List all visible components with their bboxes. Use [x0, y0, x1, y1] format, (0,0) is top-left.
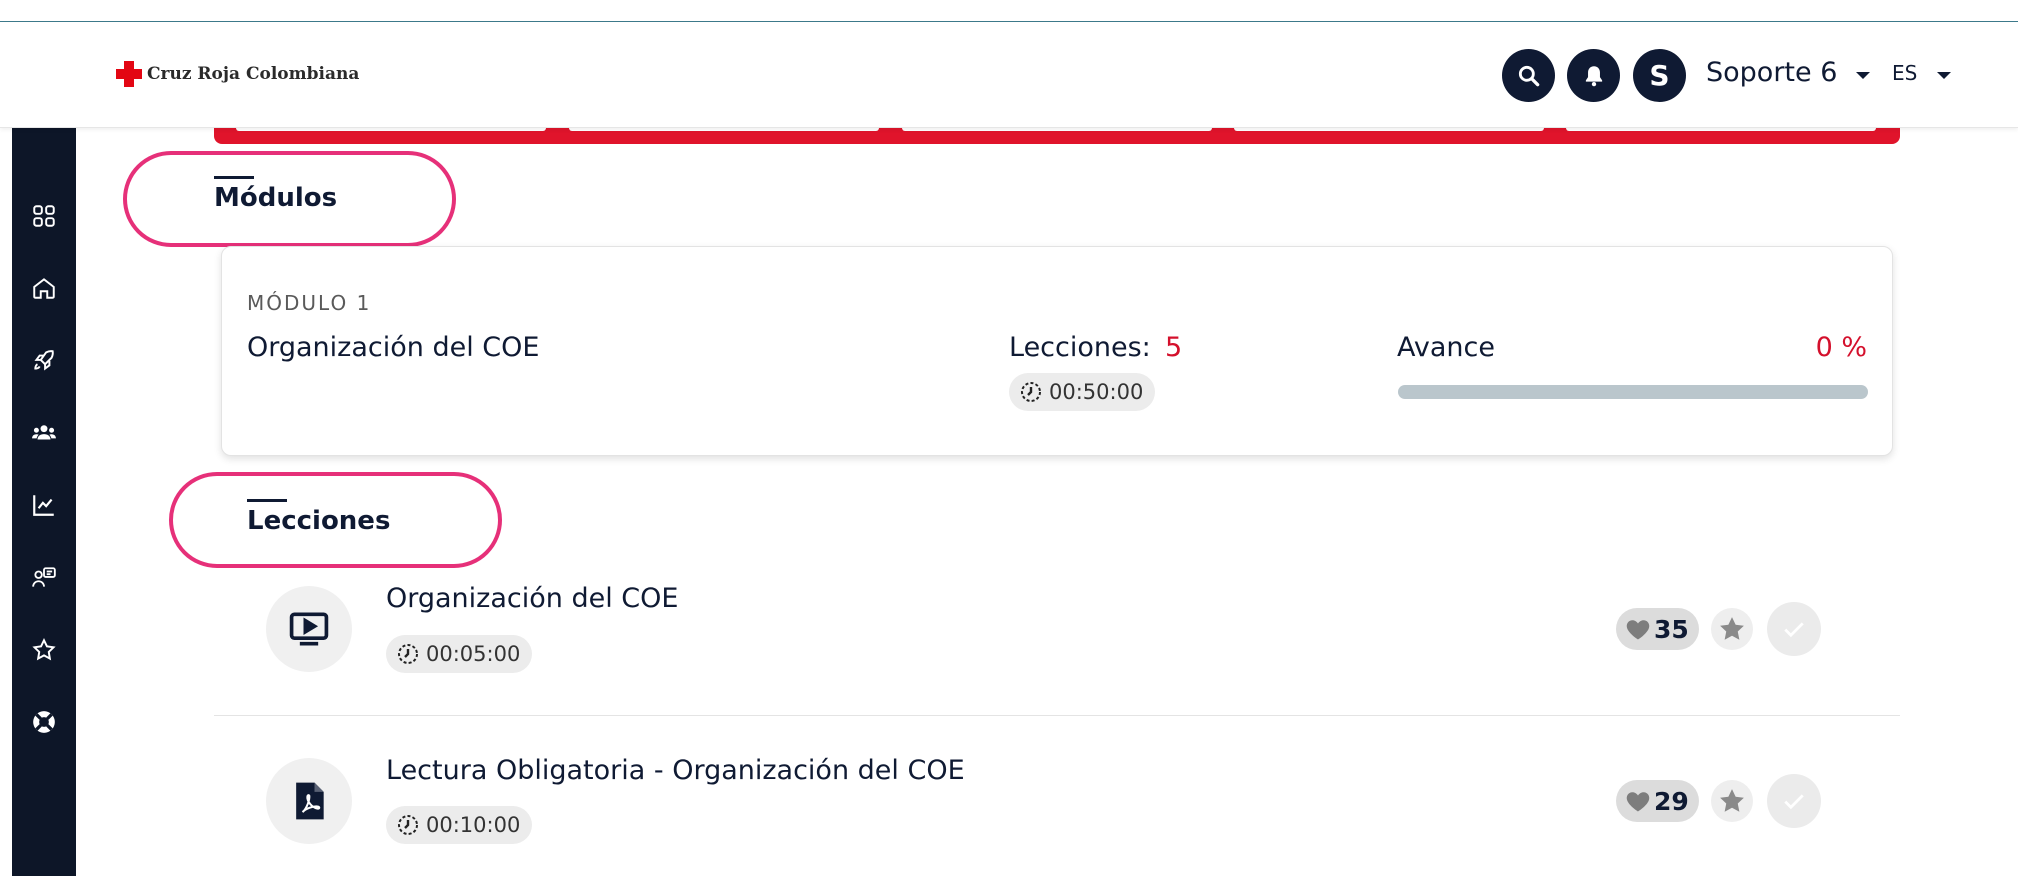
- check-icon: [1784, 622, 1804, 638]
- avatar-letter: S: [1649, 59, 1670, 92]
- user-avatar[interactable]: S: [1633, 49, 1686, 102]
- chart-icon[interactable]: [30, 491, 58, 519]
- brand-logo[interactable]: Cruz Roja Colombiana: [116, 60, 359, 88]
- module-progress-value: 0 %: [1815, 332, 1867, 363]
- language-chevron-down-icon[interactable]: [1937, 72, 1951, 79]
- tab-segment[interactable]: [569, 128, 879, 131]
- home-icon[interactable]: [30, 274, 58, 302]
- language-selector[interactable]: ES: [1892, 61, 1917, 85]
- favorite-button[interactable]: [1711, 780, 1753, 822]
- lesson-duration: 00:10:00: [426, 813, 521, 837]
- module-progress-bar: [1398, 385, 1868, 399]
- clock-icon: [1021, 382, 1041, 402]
- user-menu-chevron-down-icon[interactable]: [1856, 72, 1870, 79]
- heart-icon: [1626, 792, 1650, 812]
- tab-segment[interactable]: [1234, 128, 1544, 131]
- chat-user-icon[interactable]: [30, 564, 58, 592]
- top-header: Cruz Roja Colombiana S Soporte 6 ES: [0, 22, 2018, 128]
- search-button[interactable]: [1502, 49, 1555, 102]
- search-icon: [1518, 65, 1539, 86]
- lessons-section-title: Lecciones: [247, 499, 391, 536]
- video-icon: [289, 612, 329, 646]
- module-label: MÓDULO 1: [247, 291, 372, 315]
- star-icon: [1720, 789, 1744, 812]
- lesson-title[interactable]: Lectura Obligatoria - Organización del C…: [386, 755, 965, 786]
- user-name[interactable]: Soporte 6: [1706, 57, 1837, 88]
- complete-lesson-button[interactable]: [1767, 602, 1821, 656]
- star-icon: [1720, 617, 1744, 640]
- sidebar: [12, 128, 76, 876]
- pdf-icon: [296, 782, 324, 820]
- heart-icon: [1626, 620, 1650, 640]
- tab-segment[interactable]: [236, 128, 546, 131]
- tab-segment[interactable]: [902, 128, 1212, 131]
- like-button[interactable]: 35: [1616, 608, 1699, 650]
- modules-section-title: Módulos: [214, 176, 338, 213]
- rocket-icon[interactable]: [30, 347, 58, 375]
- tab-segment[interactable]: [1566, 128, 1876, 131]
- lifebuoy-icon[interactable]: [30, 708, 58, 736]
- lesson-divider: [214, 715, 1900, 716]
- module-lessons-label: Lecciones:: [1009, 332, 1151, 363]
- module-card[interactable]: MÓDULO 1 Organización del COE Lecciones:…: [221, 246, 1893, 456]
- module-name: Organización del COE: [247, 332, 540, 363]
- module-progress-label: Avance: [1397, 332, 1495, 363]
- like-count: 35: [1654, 614, 1689, 644]
- check-icon: [1784, 794, 1804, 810]
- clock-icon: [398, 644, 418, 664]
- like-count: 29: [1654, 786, 1689, 816]
- pdf-lesson-icon: [266, 758, 352, 844]
- notifications-button[interactable]: [1567, 49, 1620, 102]
- lesson-duration: 00:05:00: [426, 642, 521, 666]
- favorite-button[interactable]: [1711, 608, 1753, 650]
- lesson-title[interactable]: Organización del COE: [386, 583, 678, 614]
- lesson-duration-chip: 00:10:00: [386, 806, 533, 844]
- lesson-duration-chip: 00:05:00: [386, 635, 533, 673]
- clock-icon: [398, 815, 418, 835]
- module-duration: 00:50:00: [1049, 380, 1144, 404]
- logo-text: Cruz Roja Colombiana: [147, 64, 360, 84]
- users-icon[interactable]: [30, 419, 58, 447]
- complete-lesson-button[interactable]: [1767, 774, 1821, 828]
- module-lessons-count: 5: [1165, 332, 1183, 363]
- grid-icon[interactable]: [30, 202, 58, 230]
- like-button[interactable]: 29: [1616, 780, 1699, 822]
- bell-icon: [1585, 65, 1602, 86]
- video-lesson-icon: [266, 586, 352, 672]
- module-duration-chip: 00:50:00: [1009, 373, 1156, 411]
- tabs-strip: [214, 128, 1900, 144]
- star-icon[interactable]: [30, 636, 58, 664]
- red-cross-icon: [116, 61, 142, 87]
